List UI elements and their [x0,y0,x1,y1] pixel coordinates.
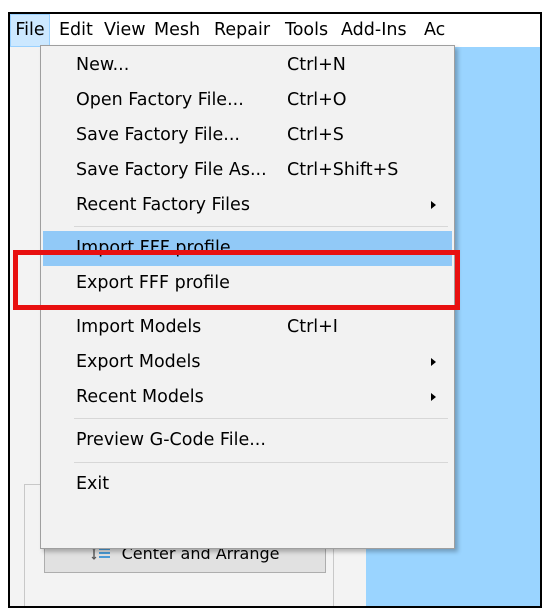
menu-item-label: Import Models [76,317,202,337]
menu-item-open-factory-file[interactable]: Open Factory File... Ctrl+O [43,83,452,118]
menu-item-label: Save Factory File... [76,125,240,145]
menu-separator [74,462,448,463]
menu-item-label: Open Factory File... [76,90,244,110]
menu-item-export-models[interactable]: Export Models [43,345,452,380]
menu-item-exit[interactable]: Exit [43,467,452,502]
menu-item-new[interactable]: New... Ctrl+N [43,48,452,83]
menu-item-shortcut: Ctrl+N [287,55,346,75]
menu-bar: File Edit View Mesh Repair Tools Add-Ins… [10,14,540,48]
menu-item-label: Save Factory File As... [76,160,267,180]
menu-tools[interactable]: Tools [285,14,328,47]
menu-separator [74,418,448,419]
menu-item-recent-models[interactable]: Recent Models [43,380,452,415]
menu-item-label: Preview G-Code File... [76,430,266,450]
menu-item-save-factory-file-as[interactable]: Save Factory File As... Ctrl+Shift+S [43,153,452,188]
menu-item-shortcut: Ctrl+S [287,125,344,145]
menu-item-shortcut: Ctrl+O [287,90,347,110]
menu-item-recent-factory-files[interactable]: Recent Factory Files [43,188,452,223]
submenu-arrow-icon [431,393,436,401]
menu-item-label: Exit [76,474,110,494]
menu-edit[interactable]: Edit [59,14,93,47]
submenu-arrow-icon [431,358,436,366]
menu-mesh[interactable]: Mesh [154,14,200,47]
menu-item-label: Recent Models [76,387,204,407]
highlight-callout-box [13,250,460,310]
menu-add-ins[interactable]: Add-Ins [341,14,407,47]
menu-repair[interactable]: Repair [214,14,270,47]
menu-item-label: Export Models [76,352,201,372]
app-window: File Edit View Mesh Repair Tools Add-Ins… [8,12,542,608]
submenu-arrow-icon [431,201,436,209]
menu-item-preview-gcode-file[interactable]: Preview G-Code File... [43,423,452,458]
menu-item-label: New... [76,55,130,75]
menu-item-label: Recent Factory Files [76,195,250,215]
menu-item-import-models[interactable]: Import Models Ctrl+I [43,310,452,345]
menu-item-save-factory-file[interactable]: Save Factory File... Ctrl+S [43,118,452,153]
menu-accounts-truncated[interactable]: Ac [424,14,445,47]
menu-item-shortcut: Ctrl+Shift+S [287,160,399,180]
menu-item-shortcut: Ctrl+I [287,317,338,337]
menu-file[interactable]: File [10,14,50,47]
menu-view[interactable]: View [104,14,146,47]
menu-separator [74,226,448,227]
